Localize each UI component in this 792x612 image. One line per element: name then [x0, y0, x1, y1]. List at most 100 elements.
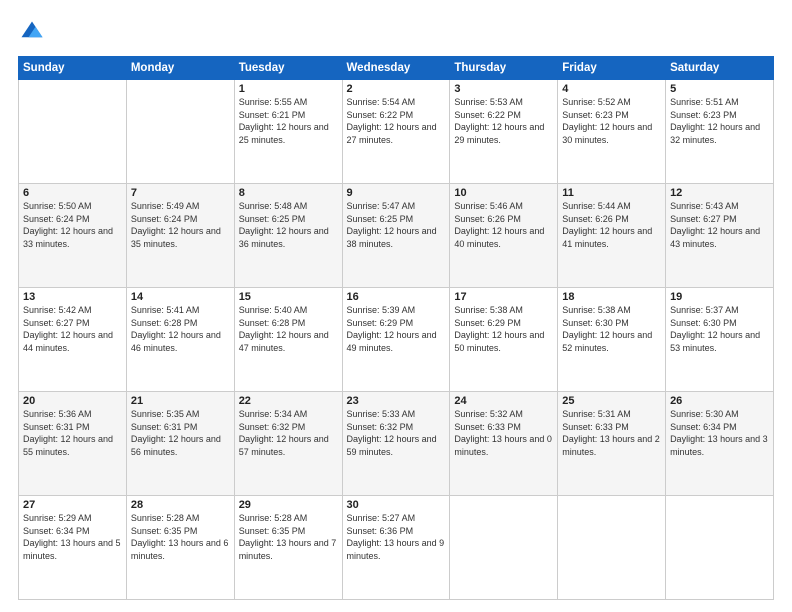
- day-number: 28: [131, 499, 230, 511]
- calendar-cell: 20Sunrise: 5:36 AMSunset: 6:31 PMDayligh…: [19, 392, 127, 496]
- day-number: 26: [670, 395, 769, 407]
- day-info: Sunrise: 5:49 AMSunset: 6:24 PMDaylight:…: [131, 200, 230, 250]
- calendar-cell: 3Sunrise: 5:53 AMSunset: 6:22 PMDaylight…: [450, 80, 558, 184]
- day-info: Sunrise: 5:51 AMSunset: 6:23 PMDaylight:…: [670, 96, 769, 146]
- day-number: 1: [239, 83, 338, 95]
- calendar-cell: 26Sunrise: 5:30 AMSunset: 6:34 PMDayligh…: [666, 392, 774, 496]
- calendar-week-2: 6Sunrise: 5:50 AMSunset: 6:24 PMDaylight…: [19, 184, 774, 288]
- calendar-week-5: 27Sunrise: 5:29 AMSunset: 6:34 PMDayligh…: [19, 496, 774, 600]
- day-number: 15: [239, 291, 338, 303]
- calendar-cell: 15Sunrise: 5:40 AMSunset: 6:28 PMDayligh…: [234, 288, 342, 392]
- day-info: Sunrise: 5:28 AMSunset: 6:35 PMDaylight:…: [239, 512, 338, 562]
- day-number: 22: [239, 395, 338, 407]
- day-number: 27: [23, 499, 122, 511]
- day-info: Sunrise: 5:40 AMSunset: 6:28 PMDaylight:…: [239, 304, 338, 354]
- day-number: 14: [131, 291, 230, 303]
- calendar-cell: 29Sunrise: 5:28 AMSunset: 6:35 PMDayligh…: [234, 496, 342, 600]
- day-number: 4: [562, 83, 661, 95]
- day-number: 2: [347, 83, 446, 95]
- calendar-cell: 2Sunrise: 5:54 AMSunset: 6:22 PMDaylight…: [342, 80, 450, 184]
- header: [18, 18, 774, 46]
- day-info: Sunrise: 5:31 AMSunset: 6:33 PMDaylight:…: [562, 408, 661, 458]
- day-info: Sunrise: 5:43 AMSunset: 6:27 PMDaylight:…: [670, 200, 769, 250]
- calendar-cell: 7Sunrise: 5:49 AMSunset: 6:24 PMDaylight…: [126, 184, 234, 288]
- day-number: 25: [562, 395, 661, 407]
- calendar-cell: 23Sunrise: 5:33 AMSunset: 6:32 PMDayligh…: [342, 392, 450, 496]
- day-number: 19: [670, 291, 769, 303]
- calendar-cell: 4Sunrise: 5:52 AMSunset: 6:23 PMDaylight…: [558, 80, 666, 184]
- calendar-cell: 17Sunrise: 5:38 AMSunset: 6:29 PMDayligh…: [450, 288, 558, 392]
- day-info: Sunrise: 5:28 AMSunset: 6:35 PMDaylight:…: [131, 512, 230, 562]
- calendar-cell: [558, 496, 666, 600]
- calendar-week-3: 13Sunrise: 5:42 AMSunset: 6:27 PMDayligh…: [19, 288, 774, 392]
- day-number: 8: [239, 187, 338, 199]
- calendar-cell: [19, 80, 127, 184]
- day-number: 13: [23, 291, 122, 303]
- day-info: Sunrise: 5:44 AMSunset: 6:26 PMDaylight:…: [562, 200, 661, 250]
- calendar-cell: 9Sunrise: 5:47 AMSunset: 6:25 PMDaylight…: [342, 184, 450, 288]
- calendar-cell: 5Sunrise: 5:51 AMSunset: 6:23 PMDaylight…: [666, 80, 774, 184]
- day-info: Sunrise: 5:48 AMSunset: 6:25 PMDaylight:…: [239, 200, 338, 250]
- day-info: Sunrise: 5:36 AMSunset: 6:31 PMDaylight:…: [23, 408, 122, 458]
- calendar-cell: 12Sunrise: 5:43 AMSunset: 6:27 PMDayligh…: [666, 184, 774, 288]
- day-number: 16: [347, 291, 446, 303]
- day-info: Sunrise: 5:27 AMSunset: 6:36 PMDaylight:…: [347, 512, 446, 562]
- day-info: Sunrise: 5:50 AMSunset: 6:24 PMDaylight:…: [23, 200, 122, 250]
- day-info: Sunrise: 5:32 AMSunset: 6:33 PMDaylight:…: [454, 408, 553, 458]
- calendar-cell: 8Sunrise: 5:48 AMSunset: 6:25 PMDaylight…: [234, 184, 342, 288]
- calendar-cell: [666, 496, 774, 600]
- day-number: 10: [454, 187, 553, 199]
- calendar-cell: 21Sunrise: 5:35 AMSunset: 6:31 PMDayligh…: [126, 392, 234, 496]
- calendar-cell: 19Sunrise: 5:37 AMSunset: 6:30 PMDayligh…: [666, 288, 774, 392]
- calendar-cell: 18Sunrise: 5:38 AMSunset: 6:30 PMDayligh…: [558, 288, 666, 392]
- calendar-cell: 25Sunrise: 5:31 AMSunset: 6:33 PMDayligh…: [558, 392, 666, 496]
- day-header-thursday: Thursday: [450, 57, 558, 80]
- day-header-saturday: Saturday: [666, 57, 774, 80]
- day-number: 5: [670, 83, 769, 95]
- day-info: Sunrise: 5:54 AMSunset: 6:22 PMDaylight:…: [347, 96, 446, 146]
- calendar-cell: 10Sunrise: 5:46 AMSunset: 6:26 PMDayligh…: [450, 184, 558, 288]
- day-number: 6: [23, 187, 122, 199]
- day-number: 9: [347, 187, 446, 199]
- day-number: 17: [454, 291, 553, 303]
- day-info: Sunrise: 5:41 AMSunset: 6:28 PMDaylight:…: [131, 304, 230, 354]
- day-info: Sunrise: 5:34 AMSunset: 6:32 PMDaylight:…: [239, 408, 338, 458]
- day-info: Sunrise: 5:39 AMSunset: 6:29 PMDaylight:…: [347, 304, 446, 354]
- day-number: 11: [562, 187, 661, 199]
- day-info: Sunrise: 5:42 AMSunset: 6:27 PMDaylight:…: [23, 304, 122, 354]
- day-number: 7: [131, 187, 230, 199]
- logo-icon: [18, 18, 46, 46]
- day-header-monday: Monday: [126, 57, 234, 80]
- calendar-cell: 1Sunrise: 5:55 AMSunset: 6:21 PMDaylight…: [234, 80, 342, 184]
- calendar-cell: 13Sunrise: 5:42 AMSunset: 6:27 PMDayligh…: [19, 288, 127, 392]
- day-header-tuesday: Tuesday: [234, 57, 342, 80]
- day-number: 24: [454, 395, 553, 407]
- calendar-cell: 16Sunrise: 5:39 AMSunset: 6:29 PMDayligh…: [342, 288, 450, 392]
- calendar-cell: [450, 496, 558, 600]
- day-info: Sunrise: 5:29 AMSunset: 6:34 PMDaylight:…: [23, 512, 122, 562]
- calendar-cell: 27Sunrise: 5:29 AMSunset: 6:34 PMDayligh…: [19, 496, 127, 600]
- calendar-week-1: 1Sunrise: 5:55 AMSunset: 6:21 PMDaylight…: [19, 80, 774, 184]
- day-header-sunday: Sunday: [19, 57, 127, 80]
- calendar-cell: 14Sunrise: 5:41 AMSunset: 6:28 PMDayligh…: [126, 288, 234, 392]
- day-number: 21: [131, 395, 230, 407]
- day-number: 30: [347, 499, 446, 511]
- day-number: 23: [347, 395, 446, 407]
- day-info: Sunrise: 5:38 AMSunset: 6:29 PMDaylight:…: [454, 304, 553, 354]
- calendar-cell: 24Sunrise: 5:32 AMSunset: 6:33 PMDayligh…: [450, 392, 558, 496]
- page: SundayMondayTuesdayWednesdayThursdayFrid…: [0, 0, 792, 612]
- calendar-header-row: SundayMondayTuesdayWednesdayThursdayFrid…: [19, 57, 774, 80]
- day-info: Sunrise: 5:35 AMSunset: 6:31 PMDaylight:…: [131, 408, 230, 458]
- logo: [18, 18, 50, 46]
- day-info: Sunrise: 5:37 AMSunset: 6:30 PMDaylight:…: [670, 304, 769, 354]
- day-info: Sunrise: 5:46 AMSunset: 6:26 PMDaylight:…: [454, 200, 553, 250]
- calendar-cell: 28Sunrise: 5:28 AMSunset: 6:35 PMDayligh…: [126, 496, 234, 600]
- calendar-week-4: 20Sunrise: 5:36 AMSunset: 6:31 PMDayligh…: [19, 392, 774, 496]
- day-header-friday: Friday: [558, 57, 666, 80]
- calendar-cell: 30Sunrise: 5:27 AMSunset: 6:36 PMDayligh…: [342, 496, 450, 600]
- calendar: SundayMondayTuesdayWednesdayThursdayFrid…: [18, 56, 774, 600]
- day-number: 3: [454, 83, 553, 95]
- day-number: 12: [670, 187, 769, 199]
- day-header-wednesday: Wednesday: [342, 57, 450, 80]
- day-number: 29: [239, 499, 338, 511]
